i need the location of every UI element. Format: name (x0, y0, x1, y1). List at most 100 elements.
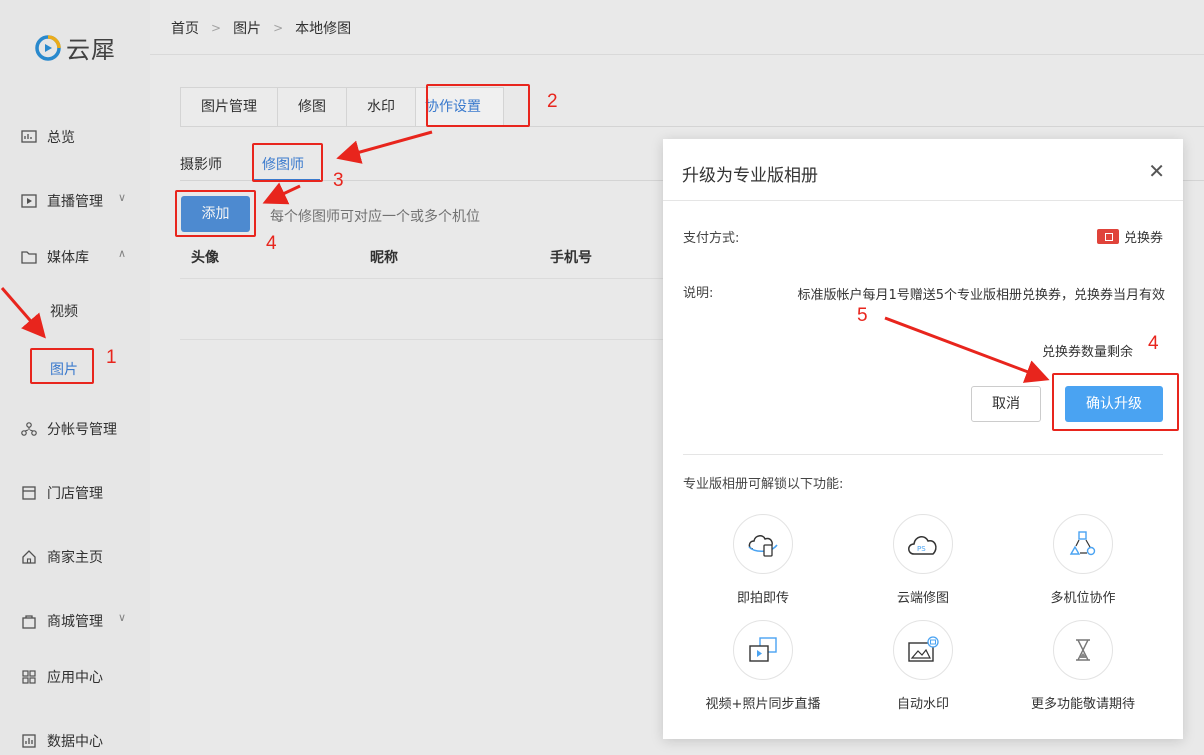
breadcrumb-current: 本地修图 (295, 21, 352, 37)
tab-retouch[interactable]: 修图 (278, 88, 347, 126)
folder-icon (20, 248, 38, 266)
sidebar-item-label: 直播管理 (47, 194, 103, 210)
tab-image-management[interactable]: 图片管理 (181, 88, 278, 126)
close-icon[interactable]: ✕ (1148, 159, 1165, 183)
subtab-retoucher[interactable]: 修图师 (262, 154, 304, 174)
tab-collaboration[interactable]: 协作设置 (416, 88, 503, 126)
table-header-nickname: 昵称 (370, 250, 398, 266)
annotation-number: 4 (266, 233, 277, 254)
sidebar-item-label: 门店管理 (47, 486, 103, 502)
annotation-arrow (262, 182, 301, 205)
feature-label: 即拍即传 (736, 591, 789, 606)
feature-video-photo-live: 视频+照片同步直播 (683, 620, 843, 712)
annotation-number: 3 (333, 170, 344, 191)
sidebar-subitem-images[interactable]: 图片 (50, 359, 78, 379)
feature-auto-watermark: 自动水印 (843, 620, 1003, 712)
breadcrumb-home[interactable]: 首页 (171, 18, 199, 38)
data-icon (20, 732, 38, 750)
sidebar-item-label: 总览 (47, 130, 75, 146)
feature-cloud-retouch: PS 云端修图 (843, 514, 1003, 606)
home-icon (20, 548, 38, 566)
sidebar-item-subaccount[interactable]: 分帐号管理 (20, 419, 117, 439)
modal-header-divider (663, 200, 1183, 201)
overview-icon (20, 128, 38, 146)
sidebar-item-label: 媒体库 (47, 250, 89, 266)
org-icon (20, 420, 38, 438)
sidebar-item-store[interactable]: 门店管理 (20, 483, 103, 503)
feature-multi-camera: 多机位协作 (1003, 514, 1163, 606)
upgrade-modal: 升级为专业版相册 ✕ 支付方式: 兑换券 说明: 标准版帐户每月1号赠送5个专业… (663, 139, 1183, 739)
payment-value: 兑换券 (1123, 231, 1163, 246)
desc-label: 说明: (683, 286, 714, 301)
hourglass-icon (1053, 620, 1113, 680)
sidebar-item-label: 商家主页 (47, 550, 103, 566)
annotation-number: 2 (547, 91, 558, 112)
annotation-arrow (336, 130, 433, 164)
chevron-right-icon: > (273, 21, 284, 35)
feature-more-coming: 更多功能敬请期待 (1003, 620, 1163, 712)
sidebar-item-label: 数据中心 (47, 734, 103, 750)
hint-text: 每个修图师可对应一个或多个机位 (270, 209, 480, 225)
store-icon (20, 484, 38, 502)
sidebar-item-mall[interactable]: 商城管理 ∨ (20, 611, 126, 631)
sidebar-item-live[interactable]: 直播管理 ∨ (20, 191, 126, 211)
annotation-number: 1 (106, 347, 117, 368)
breadcrumb: 首页 > 图片 > 本地修图 (171, 18, 351, 38)
feature-label: 更多功能敬请期待 (1030, 697, 1135, 712)
svg-text:PS: PS (917, 545, 926, 553)
sidebar-item-media[interactable]: 媒体库 ∧ (20, 247, 126, 267)
subtab-photographer[interactable]: 摄影师 (180, 154, 222, 174)
table-header-phone: 手机号 (550, 250, 592, 266)
desc-value: 标准版帐户每月1号赠送5个专业版相册兑换券，兑换券当月有效 (797, 288, 1165, 303)
modal-title: 升级为专业版相册 (682, 166, 818, 186)
table-bottom-divider (180, 339, 664, 340)
cloud-ps-icon: PS (893, 514, 953, 574)
logo-icon (35, 34, 61, 61)
tabs-divider (528, 126, 1204, 127)
feature-instant-upload: 即拍即传 (683, 514, 843, 606)
watermark-icon (893, 620, 953, 680)
sidebar: 云犀 总览 直播管理 ∨ 媒体库 ∧ 视频 图片 分帐号管理 门店管理 商家主页… (0, 0, 150, 755)
table-header-avatar: 头像 (191, 250, 219, 266)
annotation-number: 4 (1148, 333, 1159, 354)
feature-label: 视频+照片同步直播 (705, 697, 821, 712)
modal-section-divider (683, 454, 1163, 455)
brand-logo[interactable]: 云犀 (34, 30, 116, 65)
sidebar-item-data[interactable]: 数据中心 (20, 731, 103, 751)
bag-icon (20, 612, 38, 630)
video-photo-icon (733, 620, 793, 680)
payment-coupon[interactable]: 兑换券 (1096, 227, 1163, 246)
tab-bar: 图片管理 修图 水印 协作设置 (180, 87, 504, 127)
cloud-upload-icon (733, 514, 793, 574)
feature-label: 云端修图 (896, 591, 949, 606)
brand-name: 云犀 (66, 36, 116, 64)
coupon-remaining: 兑换券数量剩余 (1041, 345, 1133, 360)
chevron-down-icon: ∨ (118, 611, 127, 624)
sidebar-item-label: 分帐号管理 (47, 422, 117, 438)
multi-camera-icon (1053, 514, 1113, 574)
header-divider (150, 54, 1204, 55)
annotation-number: 5 (857, 305, 868, 326)
sidebar-subitem-video[interactable]: 视频 (50, 301, 78, 321)
feature-label: 多机位协作 (1050, 591, 1116, 606)
add-button[interactable]: 添加 (181, 196, 250, 232)
feature-label: 自动水印 (896, 697, 949, 712)
sidebar-item-home[interactable]: 商家主页 (20, 547, 103, 567)
chevron-up-icon: ∧ (118, 247, 127, 260)
unlock-title: 专业版相册可解锁以下功能: (683, 477, 844, 492)
live-icon (20, 192, 38, 210)
confirm-upgrade-button[interactable]: 确认升级 (1065, 386, 1163, 422)
cancel-button[interactable]: 取消 (971, 386, 1041, 422)
tab-watermark[interactable]: 水印 (347, 88, 416, 126)
table-header-divider (180, 278, 664, 279)
apps-icon (20, 668, 38, 686)
chevron-down-icon: ∨ (118, 191, 127, 204)
coupon-icon (1096, 229, 1119, 244)
sidebar-item-overview[interactable]: 总览 (20, 127, 75, 147)
payment-label: 支付方式: (683, 231, 740, 246)
chevron-right-icon: > (211, 21, 222, 35)
breadcrumb-images[interactable]: 图片 (233, 18, 261, 38)
sidebar-item-label: 商城管理 (47, 614, 103, 630)
sidebar-item-label: 应用中心 (47, 670, 103, 686)
sidebar-item-apps[interactable]: 应用中心 (20, 667, 103, 687)
